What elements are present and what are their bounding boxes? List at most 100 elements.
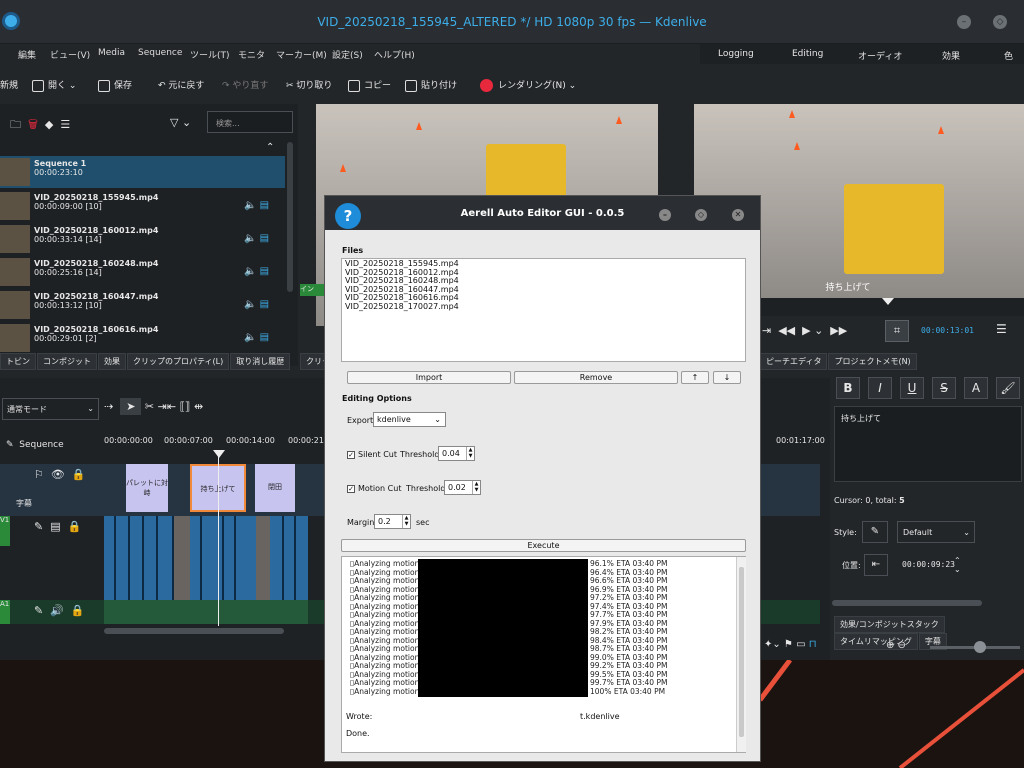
render-button[interactable]: レンダリング(N) ⌄ bbox=[480, 78, 576, 92]
margin-input[interactable]: 0.2 ▲ ▼ bbox=[374, 514, 411, 529]
strikethrough-button[interactable]: S bbox=[932, 377, 956, 399]
project-bin: 🗀 🗑 ◆ ☰ ▽ ⌄ 検索... ⌃ Sequence 1 00:00:23:… bbox=[0, 104, 298, 366]
silent-threshold-input[interactable]: 0.04 ▲ ▼ bbox=[438, 446, 475, 461]
audio-video-icons[interactable]: 🔈 ▤ bbox=[244, 200, 269, 211]
dialog-close-icon[interactable]: ✕ bbox=[732, 209, 744, 221]
video-track-controls[interactable]: ✎ ▤ 🔒 bbox=[34, 520, 81, 533]
menu-media[interactable]: Media bbox=[98, 48, 125, 58]
tab-undo-history[interactable]: 取り消し履歴 bbox=[230, 353, 291, 370]
move-up-button[interactable]: ↑ bbox=[681, 371, 709, 384]
file-item[interactable]: VID_20250218_170027.mp4 bbox=[345, 302, 459, 312]
crop-icon[interactable]: ⌗ bbox=[885, 320, 909, 342]
layout-editing[interactable]: Editing bbox=[792, 49, 823, 59]
undo-button[interactable]: ↶ 元に戻す bbox=[158, 78, 204, 91]
menu-sequence[interactable]: Sequence bbox=[138, 48, 182, 58]
audio-track-controls[interactable]: ✎ 🔊 🔒 bbox=[34, 604, 85, 617]
edit-style-icon[interactable]: ✎ bbox=[862, 521, 888, 543]
tab-project-notes[interactable]: プロジェクトメモ(N) bbox=[828, 353, 917, 370]
export-select[interactable]: kdenlive ⌄ bbox=[373, 412, 446, 427]
bin-clip[interactable]: VID_20250218_160447.mp4 00:00:13:12 [10]… bbox=[0, 289, 285, 321]
bold-button[interactable]: B bbox=[836, 377, 860, 399]
audio-video-icons[interactable]: 🔈 ▤ bbox=[244, 233, 269, 244]
position-time[interactable]: 00:00:09:23 bbox=[902, 560, 955, 569]
font-icon[interactable]: A bbox=[964, 377, 988, 399]
subtitle-clip[interactable]: パレットに対峙 bbox=[126, 464, 168, 512]
execute-button[interactable]: Execute bbox=[341, 539, 746, 552]
audio-video-icons[interactable]: 🔈 ▤ bbox=[244, 299, 269, 310]
brush-icon[interactable]: 🖌 bbox=[996, 377, 1020, 399]
subtitle-clip[interactable]: 閉田 bbox=[255, 464, 295, 512]
menu-tools[interactable]: ツール(T) bbox=[190, 48, 230, 61]
panel-scrollbar[interactable] bbox=[832, 600, 982, 606]
save-button[interactable]: 保存 bbox=[98, 78, 132, 92]
tab-bin[interactable]: トビン bbox=[0, 353, 36, 370]
audio-video-icons[interactable]: 🔈 ▤ bbox=[244, 266, 269, 277]
bin-clip[interactable]: VID_20250218_160012.mp4 00:00:33:14 [14]… bbox=[0, 223, 285, 255]
transport-controls[interactable]: ⇥ ◀◀ ▶ ⌄ ▶▶ bbox=[762, 324, 847, 337]
layout-effects[interactable]: 効果 bbox=[942, 49, 960, 62]
bin-scrollbar[interactable] bbox=[287, 142, 293, 292]
underline-button[interactable]: U bbox=[900, 377, 924, 399]
menu-help[interactable]: ヘルプ(H) bbox=[374, 48, 415, 61]
set-start-icon[interactable]: ⇤ bbox=[864, 554, 888, 576]
timeline-tools-right[interactable]: ✦⌄ ⚑ ▭ ⊓ bbox=[764, 636, 860, 658]
time-spinner[interactable]: ⌃ ⌄ bbox=[954, 556, 961, 574]
log-output[interactable]: ▯Analyzing motion 96.1% ETA 03:40 PM ▯Anal… bbox=[341, 556, 746, 753]
collapse-icon[interactable]: ⌃ bbox=[266, 142, 274, 153]
audio-clips[interactable] bbox=[104, 600, 308, 624]
menu-edit[interactable]: 編集 bbox=[18, 48, 36, 61]
audio-video-icons[interactable]: 🔈 ▤ bbox=[244, 332, 269, 343]
tab-effect-stack[interactable]: 効果/コンポジットスタック bbox=[834, 616, 945, 633]
tab-effects[interactable]: 効果 bbox=[98, 353, 126, 370]
dialog-maximize-icon[interactable]: ◇ bbox=[695, 209, 707, 221]
import-button[interactable]: Import bbox=[347, 371, 511, 384]
timeline-scrollbar[interactable] bbox=[104, 628, 284, 634]
motion-cut-checkbox[interactable]: ✓ Motion Cut bbox=[347, 484, 401, 493]
italic-button[interactable]: I bbox=[868, 377, 892, 399]
menu-settings[interactable]: 設定(S) bbox=[332, 48, 363, 61]
zoom-slider[interactable] bbox=[930, 641, 1020, 653]
monitor-timecode[interactable]: 00:00:13:01 bbox=[921, 326, 974, 335]
timeline-tool-icons[interactable]: ⇢ ➤ ✂ ⇥⇤ ⟦⟧ ⇹ bbox=[104, 398, 203, 415]
bin-clip[interactable]: Sequence 1 00:00:23:10 bbox=[0, 156, 285, 188]
redo-button[interactable]: ↷ やり直す bbox=[222, 78, 268, 91]
bin-clip[interactable]: VID_20250218_160616.mp4 00:00:29:01 [2] … bbox=[0, 322, 285, 354]
subtitle-track-controls[interactable]: ⚐ 👁 🔒 bbox=[34, 468, 86, 481]
remove-button[interactable]: Remove bbox=[514, 371, 678, 384]
style-select[interactable]: Default ⌄ bbox=[897, 521, 975, 543]
dialog-title-bar: ? Aerell Auto Editor GUI - 0.0.5 – ◇ ✕ bbox=[325, 196, 760, 230]
layout-audio[interactable]: オーディオ bbox=[858, 49, 902, 62]
layout-logging[interactable]: Logging bbox=[718, 49, 754, 59]
bin-search-input[interactable]: 検索... bbox=[207, 111, 293, 133]
edit-mode-select[interactable]: 通常モード ⌄ bbox=[2, 398, 99, 420]
tab-composite[interactable]: コンポジット bbox=[37, 353, 97, 370]
menu-markers[interactable]: マーカー(M) bbox=[276, 48, 327, 61]
cut-button[interactable]: ✂ 切り取り bbox=[286, 78, 332, 91]
motion-threshold-input[interactable]: 0.02 ▲ ▼ bbox=[444, 480, 481, 495]
silent-cut-checkbox[interactable]: ✓ Silent Cut bbox=[347, 450, 397, 459]
minimize-icon[interactable]: – bbox=[957, 15, 971, 29]
tab-speech-editor[interactable]: ピーチエディタ bbox=[760, 353, 828, 370]
files-list[interactable]: VID_20250218_155945.mp4 VID_20250218_160… bbox=[341, 258, 746, 362]
new-button[interactable]: 新規 bbox=[0, 78, 18, 91]
playhead-icon[interactable] bbox=[213, 450, 225, 458]
copy-button[interactable]: コピー bbox=[348, 78, 391, 92]
dialog-minimize-icon[interactable]: – bbox=[659, 209, 671, 221]
paste-button[interactable]: 貼り付け bbox=[405, 78, 457, 92]
bin-clip[interactable]: VID_20250218_155945.mp4 00:00:09:00 [10]… bbox=[0, 190, 285, 222]
move-down-button[interactable]: ↓ bbox=[713, 371, 741, 384]
menu-icon[interactable]: ☰ bbox=[996, 322, 1007, 336]
tab-clip-properties[interactable]: クリップのプロパティ(L) bbox=[127, 353, 230, 370]
maximize-icon[interactable]: ◇ bbox=[993, 15, 1007, 29]
layout-color[interactable]: 色 bbox=[1004, 49, 1013, 62]
zoom-icons[interactable]: ⊕ ⊖ bbox=[886, 640, 906, 651]
menu-view[interactable]: ビュー(V) bbox=[50, 48, 90, 61]
filter-icon[interactable]: ▽ ⌄ bbox=[170, 116, 191, 129]
bin-toolbar-icons[interactable]: 🗀 🗑 ◆ ☰ bbox=[10, 116, 70, 135]
open-button[interactable]: 開く ⌄ bbox=[32, 78, 76, 92]
log-scrollbar[interactable] bbox=[736, 557, 746, 752]
menu-monitor[interactable]: モニタ bbox=[238, 48, 265, 61]
subtitle-text-input[interactable]: 持ち上げて bbox=[834, 406, 1022, 482]
video-clips[interactable] bbox=[104, 516, 308, 600]
bin-clip[interactable]: VID_20250218_160248.mp4 00:00:25:16 [14]… bbox=[0, 256, 285, 288]
